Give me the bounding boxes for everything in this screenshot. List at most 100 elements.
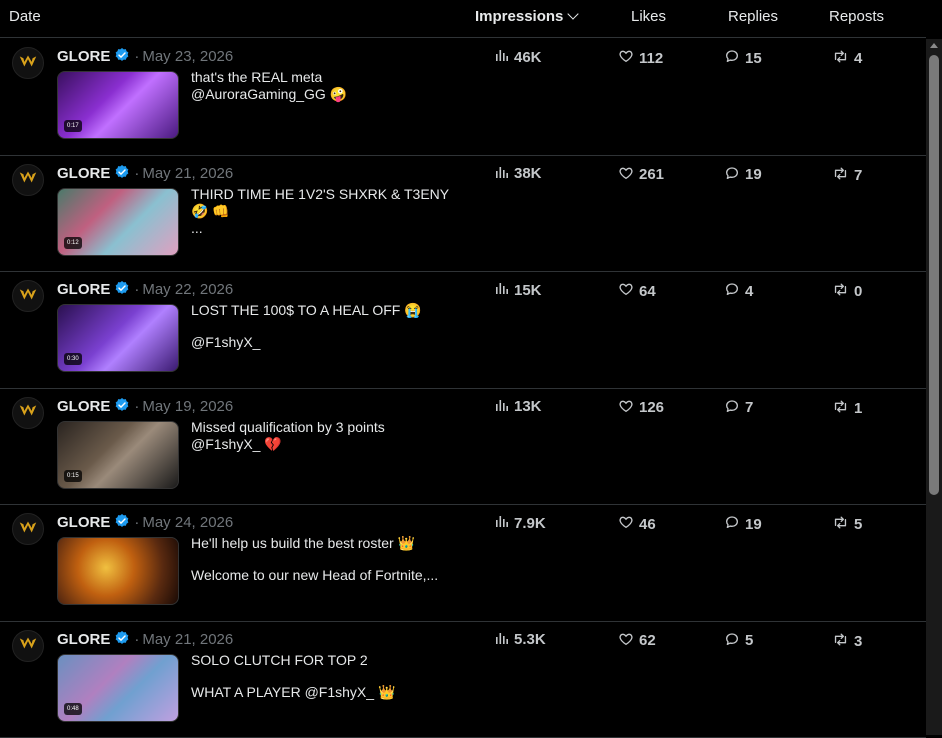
reposts-metric[interactable]: 7 — [832, 165, 862, 186]
post-row[interactable]: GLORE ·May 19, 2026 0:15 Missed qualificati… — [0, 389, 926, 506]
video-thumbnail[interactable]: 0:15 — [57, 421, 179, 489]
scrollbar[interactable] — [926, 39, 942, 735]
post-text-line: WHAT A PLAYER @F1shyX_ 👑 — [191, 684, 461, 701]
replies-metric[interactable]: 4 — [724, 281, 753, 301]
separator-dot: · — [134, 631, 139, 648]
post-text[interactable]: Missed qualification by 3 points@F1shyX_… — [191, 419, 461, 453]
likes-value: 112 — [639, 50, 663, 67]
reply-bubble-icon — [724, 514, 740, 534]
post-date[interactable]: May 21, 2026 — [142, 165, 233, 182]
avatar[interactable] — [12, 280, 44, 312]
replies-metric[interactable]: 7 — [724, 398, 753, 418]
avatar[interactable] — [12, 397, 44, 429]
video-duration: 0:17 — [64, 120, 82, 132]
column-header-impressions[interactable]: Impressions — [475, 8, 577, 25]
replies-value: 19 — [745, 516, 762, 533]
impressions-metric[interactable]: 7.9K — [495, 514, 546, 532]
video-thumbnail[interactable]: 0:12 — [57, 188, 179, 256]
post-text[interactable]: that's the REAL meta@AuroraGaming_GG 🤪 — [191, 69, 461, 103]
avatar[interactable] — [12, 164, 44, 196]
verified-badge-icon — [114, 630, 130, 650]
column-header-date[interactable]: Date — [9, 8, 41, 25]
likes-metric[interactable]: 126 — [618, 398, 664, 418]
replies-metric[interactable]: 19 — [724, 514, 762, 534]
replies-metric[interactable]: 15 — [724, 48, 762, 68]
post-meta: GLORE ·May 19, 2026 — [57, 397, 233, 417]
post-row[interactable]: GLORE·May 21, 20260:12THIRD TIME HE 1V2'… — [0, 156, 926, 273]
reposts-metric[interactable]: 4 — [832, 48, 862, 69]
post-row[interactable]: GLORE·May 22, 20260:30LOST THE 100$ TO A… — [0, 272, 926, 389]
post-text[interactable]: SOLO CLUTCH FOR TOP 2 WHAT A PLAYER @F1sh… — [191, 652, 461, 701]
text-gap — [191, 319, 461, 334]
post-text-line: THIRD TIME HE 1V2'S SHXRK & T3ENY — [191, 186, 461, 203]
likes-metric[interactable]: 112 — [618, 48, 663, 68]
replies-value: 4 — [745, 283, 753, 300]
post-date[interactable]: May 21, 2026 — [142, 631, 233, 648]
impressions-metric[interactable]: 46K — [495, 48, 542, 66]
author-name[interactable]: GLORE — [57, 48, 110, 65]
impressions-value: 7.9K — [514, 515, 546, 532]
column-header-likes[interactable]: Likes — [631, 8, 666, 25]
heart-icon — [618, 48, 634, 68]
post-meta: GLORE ·May 24, 2026 — [57, 513, 233, 533]
post-text-line: ... — [191, 220, 461, 237]
post-text[interactable]: He'll help us build the best roster 👑Wel… — [191, 535, 461, 584]
post-row[interactable]: GLORE ·May 24, 2026 He'll help us build th… — [0, 505, 926, 622]
video-thumbnail[interactable]: 0:30 — [57, 304, 179, 372]
avatar[interactable] — [12, 47, 44, 79]
impressions-bar-icon — [495, 165, 509, 183]
verified-badge-icon — [114, 280, 130, 300]
reposts-metric[interactable]: 5 — [832, 514, 862, 535]
impressions-metric[interactable]: 38K — [495, 165, 542, 183]
author-name[interactable]: GLORE — [57, 631, 110, 648]
post-date[interactable]: May 22, 2026 — [142, 281, 233, 298]
post-date[interactable]: May 24, 2026 — [142, 514, 233, 531]
separator-dot: · — [134, 514, 139, 531]
author-name[interactable]: GLORE — [57, 165, 110, 182]
video-thumbnail[interactable] — [57, 537, 179, 605]
separator-dot: · — [134, 398, 139, 415]
likes-metric[interactable]: 261 — [618, 165, 664, 185]
post-text-line: LOST THE 100$ TO A HEAL OFF 😭 — [191, 302, 461, 319]
reposts-metric[interactable]: 1 — [832, 398, 862, 419]
glore-logo-icon — [17, 283, 39, 310]
post-text-line: SOLO CLUTCH FOR TOP 2 — [191, 652, 461, 669]
reposts-metric[interactable]: 3 — [832, 631, 862, 652]
impressions-metric[interactable]: 15K — [495, 281, 542, 299]
column-header-replies[interactable]: Replies — [728, 8, 778, 25]
scroll-up-arrow-icon[interactable] — [930, 43, 938, 48]
table-header: Date Impressions Likes Replies Reposts — [0, 0, 926, 38]
repost-icon — [832, 165, 849, 186]
avatar[interactable] — [12, 630, 44, 662]
author-name[interactable]: GLORE — [57, 398, 110, 415]
replies-metric[interactable]: 19 — [724, 165, 762, 185]
likes-value: 126 — [639, 399, 664, 416]
author-name[interactable]: GLORE — [57, 281, 110, 298]
reposts-metric[interactable]: 0 — [832, 281, 862, 302]
likes-metric[interactable]: 46 — [618, 514, 656, 534]
avatar[interactable] — [12, 513, 44, 545]
author-name[interactable]: GLORE — [57, 514, 110, 531]
likes-metric[interactable]: 64 — [618, 281, 656, 301]
impressions-metric[interactable]: 5.3K — [495, 631, 546, 649]
scrollbar-thumb[interactable] — [929, 55, 939, 495]
likes-metric[interactable]: 62 — [618, 631, 656, 651]
glore-logo-icon — [17, 516, 39, 543]
post-row[interactable]: GLORE·May 21, 20260:48SOLO CLUTCH FOR TO… — [0, 622, 926, 738]
reposts-value: 7 — [854, 167, 862, 184]
impressions-metric[interactable]: 13K — [495, 398, 542, 416]
video-thumbnail[interactable]: 0:17 — [57, 71, 179, 139]
likes-value: 261 — [639, 166, 664, 183]
post-row[interactable]: GLORE·May 23, 20260:17that's the REAL me… — [0, 39, 926, 156]
post-text[interactable]: THIRD TIME HE 1V2'S SHXRK & T3ENY🤣 👊... — [191, 186, 461, 237]
glore-logo-icon — [17, 50, 39, 77]
post-text[interactable]: LOST THE 100$ TO A HEAL OFF 😭@F1shyX_ — [191, 302, 461, 351]
post-date[interactable]: May 23, 2026 — [142, 48, 233, 65]
column-header-reposts[interactable]: Reposts — [829, 8, 884, 25]
post-date[interactable]: May 19, 2026 — [142, 398, 233, 415]
verified-badge-icon — [114, 47, 130, 67]
video-thumbnail[interactable]: 0:48 — [57, 654, 179, 722]
text-gap — [191, 552, 461, 567]
replies-metric[interactable]: 5 — [724, 631, 753, 651]
video-duration: 0:15 — [64, 470, 82, 482]
